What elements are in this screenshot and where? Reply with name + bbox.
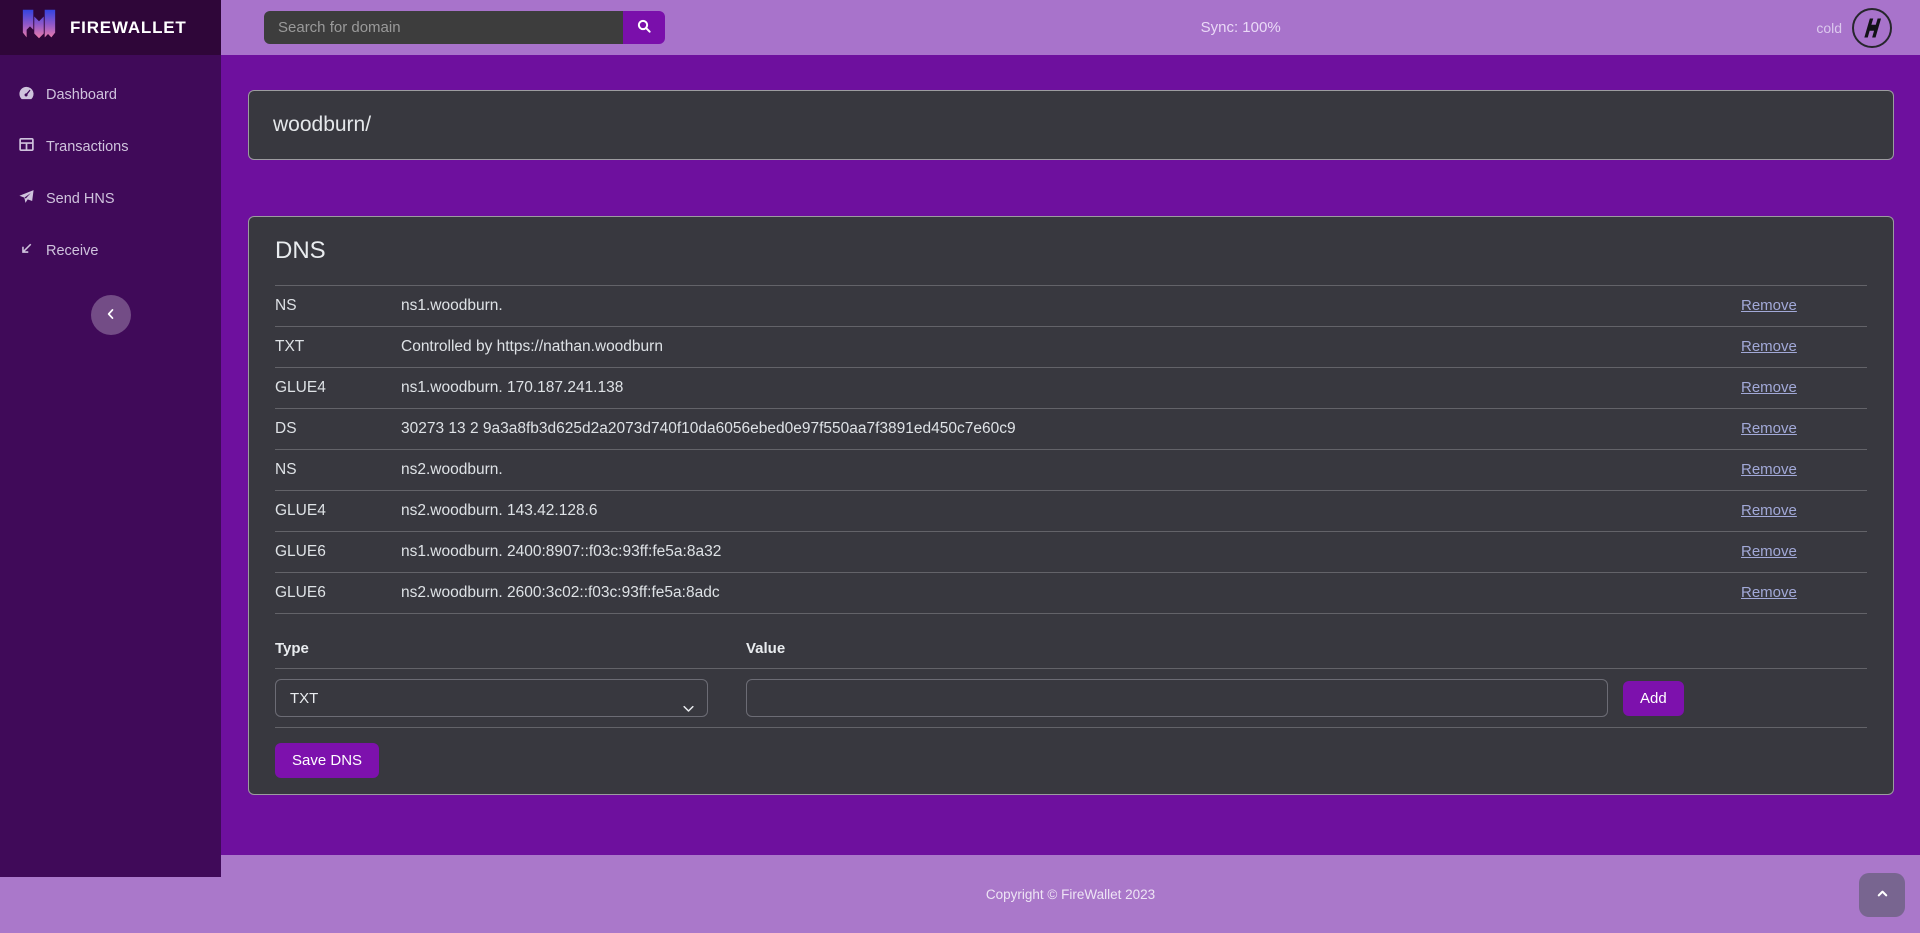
arrow-down-left-icon [18, 240, 35, 261]
topbar: Sync: 100% cold [221, 0, 1920, 55]
wallet-name: cold [1816, 20, 1842, 36]
wallet-area: cold [1816, 8, 1892, 48]
remove-record-link[interactable]: Remove [1741, 584, 1797, 601]
remove-record-link[interactable]: Remove [1741, 338, 1797, 355]
remove-record-link[interactable]: Remove [1741, 502, 1797, 519]
dns-record-type: TXT [275, 327, 401, 368]
chevron-left-icon [104, 307, 118, 324]
sidebar-collapse-button[interactable] [91, 295, 131, 335]
domain-title-card: woodburn/ [248, 90, 1894, 160]
dns-record-value: ns2.woodburn. [401, 450, 1741, 491]
remove-record-link[interactable]: Remove [1741, 420, 1797, 437]
type-column-header: Type [275, 632, 746, 669]
add-record-button[interactable]: Add [1623, 681, 1684, 716]
chevron-up-icon [1875, 886, 1890, 904]
handshake-h-logo-icon[interactable] [1852, 8, 1892, 48]
dns-record-row: DS 30273 13 2 9a3a8fb3d625d2a2073d740f10… [275, 409, 1867, 450]
dns-record-type: GLUE4 [275, 491, 401, 532]
sidebar-item-label: Dashboard [46, 87, 117, 103]
dns-record-row: NS ns2.woodburn. Remove [275, 450, 1867, 491]
firewallet-w-logo-icon [20, 5, 58, 50]
sidebar-item-dashboard[interactable]: Dashboard [0, 77, 221, 112]
remove-record-link[interactable]: Remove [1741, 543, 1797, 560]
dns-record-type: GLUE4 [275, 368, 401, 409]
magnifier-icon [636, 18, 652, 37]
dns-card-title: DNS [275, 237, 1867, 265]
dns-record-row: NS ns1.woodburn. Remove [275, 286, 1867, 327]
dns-record-value: ns1.woodburn. 2400:8907::f03c:93ff:fe5a:… [401, 532, 1741, 573]
sidebar-item-receive[interactable]: Receive [0, 233, 221, 268]
table-icon [18, 136, 35, 157]
remove-record-link[interactable]: Remove [1741, 297, 1797, 314]
dns-record-type: NS [275, 450, 401, 491]
value-column-header: Value [746, 632, 1623, 669]
paper-plane-icon [18, 188, 35, 209]
dns-record-value: ns1.woodburn. 170.187.241.138 [401, 368, 1741, 409]
dns-card: DNS NS ns1.woodburn. Remove TXT Controll… [248, 216, 1894, 795]
domain-search [264, 11, 665, 44]
dns-record-value: ns1.woodburn. [401, 286, 1741, 327]
sidebar-item-label: Transactions [46, 139, 128, 155]
sidebar-item-label: Receive [46, 243, 98, 259]
sidebar: FIREWALLET Dashboard Transactions [0, 0, 221, 877]
remove-record-link[interactable]: Remove [1741, 461, 1797, 478]
search-input[interactable] [264, 11, 623, 44]
dns-record-type: GLUE6 [275, 573, 401, 614]
brand-name: FIREWALLET [70, 18, 187, 38]
dns-records-table: NS ns1.woodburn. Remove TXT Controlled b… [275, 285, 1867, 614]
dns-record-row: GLUE4 ns1.woodburn. 170.187.241.138 Remo… [275, 368, 1867, 409]
dns-record-value: Controlled by https://nathan.woodburn [401, 327, 1741, 368]
scroll-to-top-button[interactable] [1859, 873, 1905, 917]
dns-record-value: ns2.woodburn. 2600:3c02::f03c:93ff:fe5a:… [401, 573, 1741, 614]
record-value-input[interactable] [746, 679, 1608, 717]
sidebar-item-label: Send HNS [46, 191, 115, 207]
dns-record-type: NS [275, 286, 401, 327]
record-type-select[interactable]: TXT [275, 679, 708, 717]
dns-record-value: 30273 13 2 9a3a8fb3d625d2a2073d740f10da6… [401, 409, 1741, 450]
domain-title: woodburn/ [273, 113, 371, 137]
footer: Copyright © FireWallet 2023 [0, 855, 1920, 933]
dns-record-row: GLUE4 ns2.woodburn. 143.42.128.6 Remove [275, 491, 1867, 532]
dns-record-row: TXT Controlled by https://nathan.woodbur… [275, 327, 1867, 368]
sidebar-nav: Dashboard Transactions Send HNS [0, 55, 221, 268]
sync-status: Sync: 100% [665, 19, 1816, 36]
dns-record-value: ns2.woodburn. 143.42.128.6 [401, 491, 1741, 532]
copyright-text: Copyright © FireWallet 2023 [986, 887, 1155, 902]
sidebar-item-send-hns[interactable]: Send HNS [0, 181, 221, 216]
dns-add-form: Type Value TXT [275, 632, 1867, 728]
save-dns-button[interactable]: Save DNS [275, 743, 379, 778]
gauge-icon [18, 84, 35, 105]
sidebar-item-transactions[interactable]: Transactions [0, 129, 221, 164]
search-button[interactable] [623, 11, 665, 44]
remove-record-link[interactable]: Remove [1741, 379, 1797, 396]
main-content: woodburn/ DNS NS ns1.woodburn. Remove TX… [221, 55, 1920, 855]
dns-record-row: GLUE6 ns1.woodburn. 2400:8907::f03c:93ff… [275, 532, 1867, 573]
dns-record-type: DS [275, 409, 401, 450]
dns-record-type: GLUE6 [275, 532, 401, 573]
brand-header: FIREWALLET [0, 0, 221, 55]
dns-record-row: GLUE6 ns2.woodburn. 2600:3c02::f03c:93ff… [275, 573, 1867, 614]
